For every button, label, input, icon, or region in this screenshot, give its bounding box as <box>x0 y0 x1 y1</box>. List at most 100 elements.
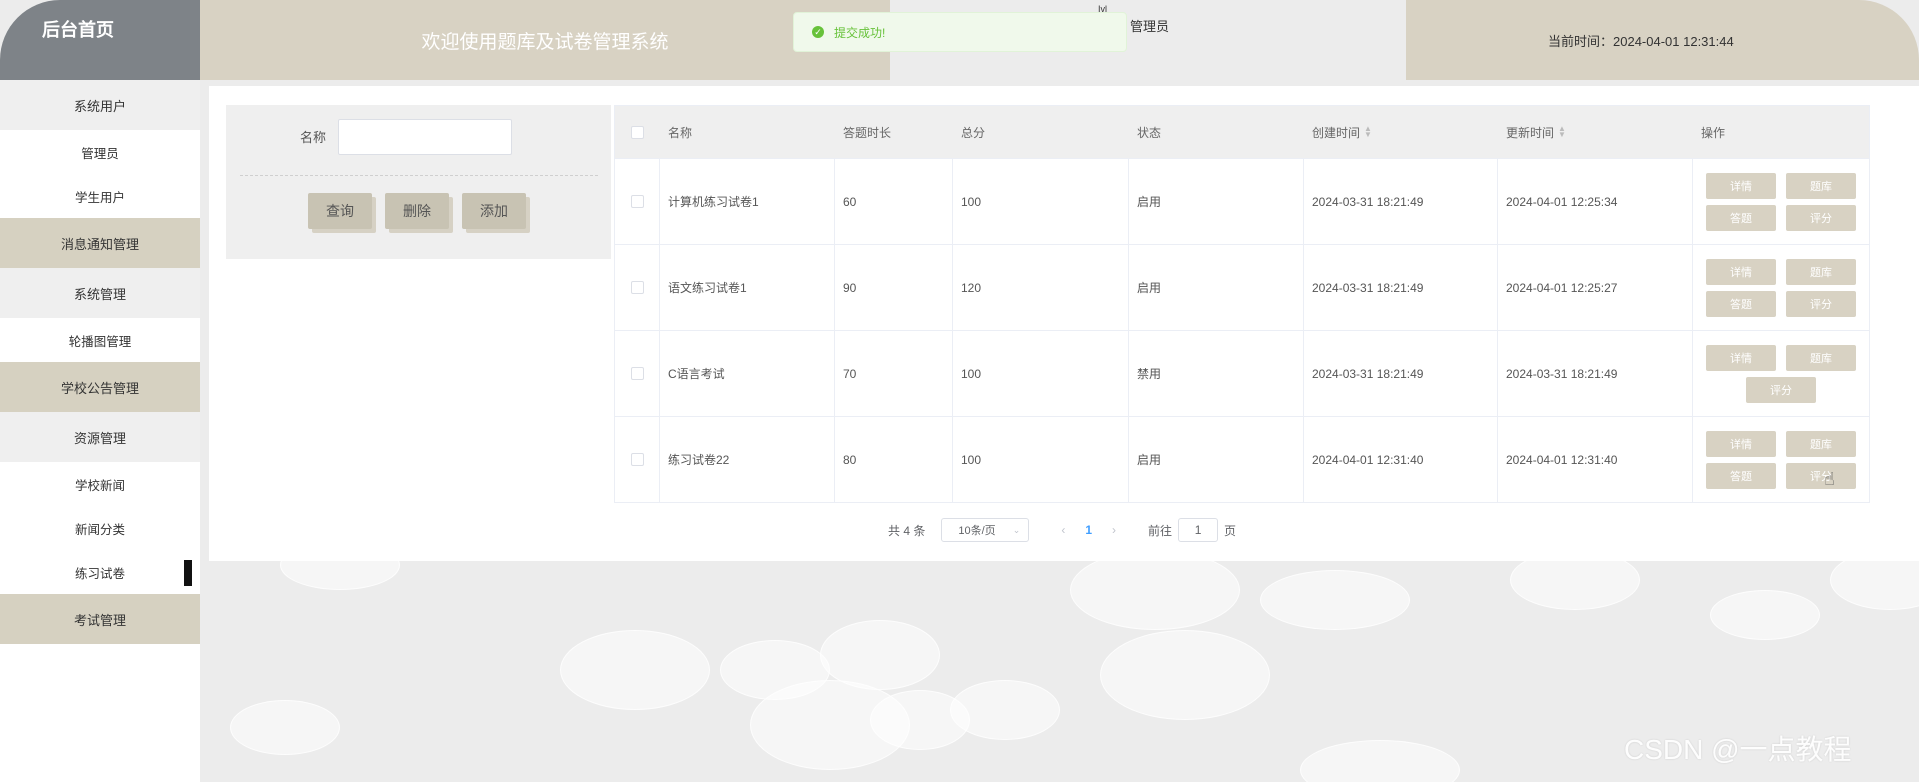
cell-duration: 70 <box>835 331 953 416</box>
page-number-current[interactable]: 1 <box>1085 523 1092 537</box>
row-select-cell <box>615 159 660 244</box>
sidebar-item-practice-papers[interactable]: 练习试卷 <box>0 550 200 594</box>
sidebar-item-notifications[interactable]: 消息通知管理 <box>0 218 200 268</box>
welcome-title: 欢迎使用题库及试卷管理系统 <box>200 0 890 80</box>
row-select-cell <box>615 417 660 502</box>
query-button[interactable]: 查询 <box>308 193 372 229</box>
goto-suffix: 页 <box>1224 523 1237 538</box>
sidebar-item-exam-management[interactable]: 考试管理 <box>0 594 200 644</box>
sidebar-item-system-users[interactable]: 系统用户 <box>0 80 200 130</box>
add-button[interactable]: 添加 <box>462 193 526 229</box>
header-updated-label: 更新时间 <box>1506 125 1555 140</box>
bank-button[interactable]: 题库 <box>1786 258 1856 285</box>
watermark: CSDN @一点教程 <box>1624 734 1852 765</box>
cell-name: 计算机练习试卷1 <box>660 159 835 244</box>
header-state: 状态 <box>1137 125 1162 140</box>
table-row: C语言考试 70 100 禁用 2024-03-31 18:21:49 2024-03-3… <box>615 330 1869 416</box>
prev-page-icon[interactable]: ‹ <box>1061 523 1065 537</box>
sidebar-item-student-users[interactable]: 学生用户 <box>0 174 200 218</box>
sidebar-item-system-management[interactable]: 系统管理 <box>0 268 200 318</box>
hand-cursor-icon: ☝ <box>1824 469 1835 489</box>
row-select-cell <box>615 245 660 330</box>
row-checkbox[interactable] <box>630 195 644 208</box>
next-page-icon[interactable]: › <box>1112 523 1116 537</box>
sidebar-item-admin[interactable]: 管理员 <box>0 130 200 174</box>
pagination-total: 共 4 条 <box>888 523 926 538</box>
cell-updated: 2024-04-01 12:25:27 <box>1498 245 1693 330</box>
cell-ops: 详情 题库评分 <box>1693 331 1869 416</box>
row-checkbox[interactable] <box>630 453 644 466</box>
detail-button[interactable]: 详情 <box>1706 430 1776 457</box>
cell-state: 禁用 <box>1129 331 1304 416</box>
select-all-cell <box>615 125 660 139</box>
cell-score: 100 <box>953 159 1129 244</box>
cell-duration: 80 <box>835 417 953 502</box>
select-all-checkbox[interactable] <box>631 125 644 139</box>
grade-button[interactable]: 评分 <box>1786 204 1856 231</box>
bank-button[interactable]: 题库 <box>1786 430 1856 457</box>
header-created-label: 创建时间 <box>1312 125 1361 140</box>
bank-button[interactable]: 题库 <box>1786 172 1856 199</box>
detail-button[interactable]: 详情 <box>1706 344 1776 371</box>
toast-message: 提交成功! <box>834 25 886 40</box>
answer-button[interactable]: 答题 <box>1706 204 1776 231</box>
table-row: 语文练习试卷1 90 120 启用 2024-03-31 18:21:49 2024-04… <box>615 244 1869 330</box>
row-actions: 详情 题库 答题 评分 <box>1706 172 1856 231</box>
user-name: 管理员 <box>1130 19 1170 34</box>
pagination: 共 4 条 10条/页 ⌄ ‹ 1 › 前往 1 页 <box>888 518 1236 542</box>
sort-icon[interactable]: ▲ ▼ <box>1558 125 1566 139</box>
name-search-input[interactable] <box>338 119 512 155</box>
grade-button[interactable]: 评分 <box>1786 462 1856 489</box>
sidebar-item-announcements[interactable]: 学校公告管理 <box>0 362 200 412</box>
grade-button[interactable]: 评分 <box>1786 290 1856 317</box>
grade-button[interactable]: 评分 <box>1746 376 1816 403</box>
sidebar-title[interactable]: 后台首页 <box>0 0 200 80</box>
check-circle-icon: ✓ <box>812 26 824 38</box>
answer-button[interactable]: 答题 <box>1706 290 1776 317</box>
goto-label: 前往 <box>1148 523 1173 538</box>
answer-button[interactable]: 答题 <box>1706 462 1776 489</box>
cell-ops: 详情 题库 答题 评分 <box>1693 245 1869 330</box>
sidebar-item-resources[interactable]: 资源管理 <box>0 412 200 462</box>
cell-duration: 90 <box>835 245 953 330</box>
cell-score: 120 <box>953 245 1129 330</box>
sidebar-item-school-news[interactable]: 学校新闻 <box>0 462 200 506</box>
header-created[interactable]: 创建时间 ▲ ▼ <box>1304 124 1498 141</box>
cell-created: 2024-03-31 18:21:49 <box>1304 245 1498 330</box>
goto-page-input[interactable]: 1 <box>1178 518 1219 542</box>
sidebar-item-news-category[interactable]: 新闻分类 <box>0 506 200 550</box>
cell-name: C语言考试 <box>660 331 835 416</box>
page-size-select[interactable]: 10条/页 ⌄ <box>941 518 1030 542</box>
header-score: 总分 <box>961 125 986 140</box>
cell-name: 练习试卷22 <box>660 417 835 502</box>
header-updated[interactable]: 更新时间 ▲ ▼ <box>1498 124 1693 141</box>
cell-ops: 详情 题库 答题 评分 <box>1693 417 1869 502</box>
detail-button[interactable]: 详情 <box>1706 172 1776 199</box>
row-checkbox[interactable] <box>630 281 644 294</box>
cell-created: 2024-04-01 12:31:40 <box>1304 417 1498 502</box>
row-checkbox[interactable] <box>630 367 644 380</box>
current-time: 当前时间：2024-04-01 12:31:44 <box>1406 0 1919 80</box>
detail-button[interactable]: 详情 <box>1706 258 1776 285</box>
row-actions: 详情 题库 答题 评分 <box>1706 258 1856 317</box>
current-user[interactable]: Ivl 管理员 <box>1098 4 1170 35</box>
cell-state: 启用 <box>1129 417 1304 502</box>
table-row: 练习试卷22 80 100 启用 2024-04-01 12:31:40 2024-04-… <box>615 416 1869 502</box>
delete-button[interactable]: 删除 <box>385 193 449 229</box>
table-header: 名称 答题时长 总分 状态 创建时间 ▲ ▼ 更新时间 ▲ ▼ 操作 <box>615 106 1869 158</box>
cell-ops: 详情 题库 答题 评分 <box>1693 159 1869 244</box>
bank-button[interactable]: 题库 <box>1786 344 1856 371</box>
sort-icon[interactable]: ▲ ▼ <box>1364 125 1372 139</box>
header-name: 名称 <box>668 125 693 140</box>
row-actions: 详情 题库评分 <box>1706 344 1856 403</box>
cell-updated: 2024-03-31 18:21:49 <box>1498 331 1693 416</box>
sidebar-menu: 系统用户 管理员 学生用户 消息通知管理 系统管理 轮播图管理 学校公告管理 资… <box>0 80 200 644</box>
cell-state: 启用 <box>1129 159 1304 244</box>
divider <box>240 175 598 176</box>
cell-duration: 60 <box>835 159 953 244</box>
sidebar: 后台首页 系统用户 管理员 学生用户 消息通知管理 系统管理 轮播图管理 学校公… <box>0 0 200 782</box>
sidebar-item-carousel[interactable]: 轮播图管理 <box>0 318 200 362</box>
chevron-down-icon: ⌄ <box>1012 524 1021 535</box>
cell-name: 语文练习试卷1 <box>660 245 835 330</box>
papers-table: 名称 答题时长 总分 状态 创建时间 ▲ ▼ 更新时间 ▲ ▼ 操作 计算机练习试卷… <box>614 105 1870 503</box>
